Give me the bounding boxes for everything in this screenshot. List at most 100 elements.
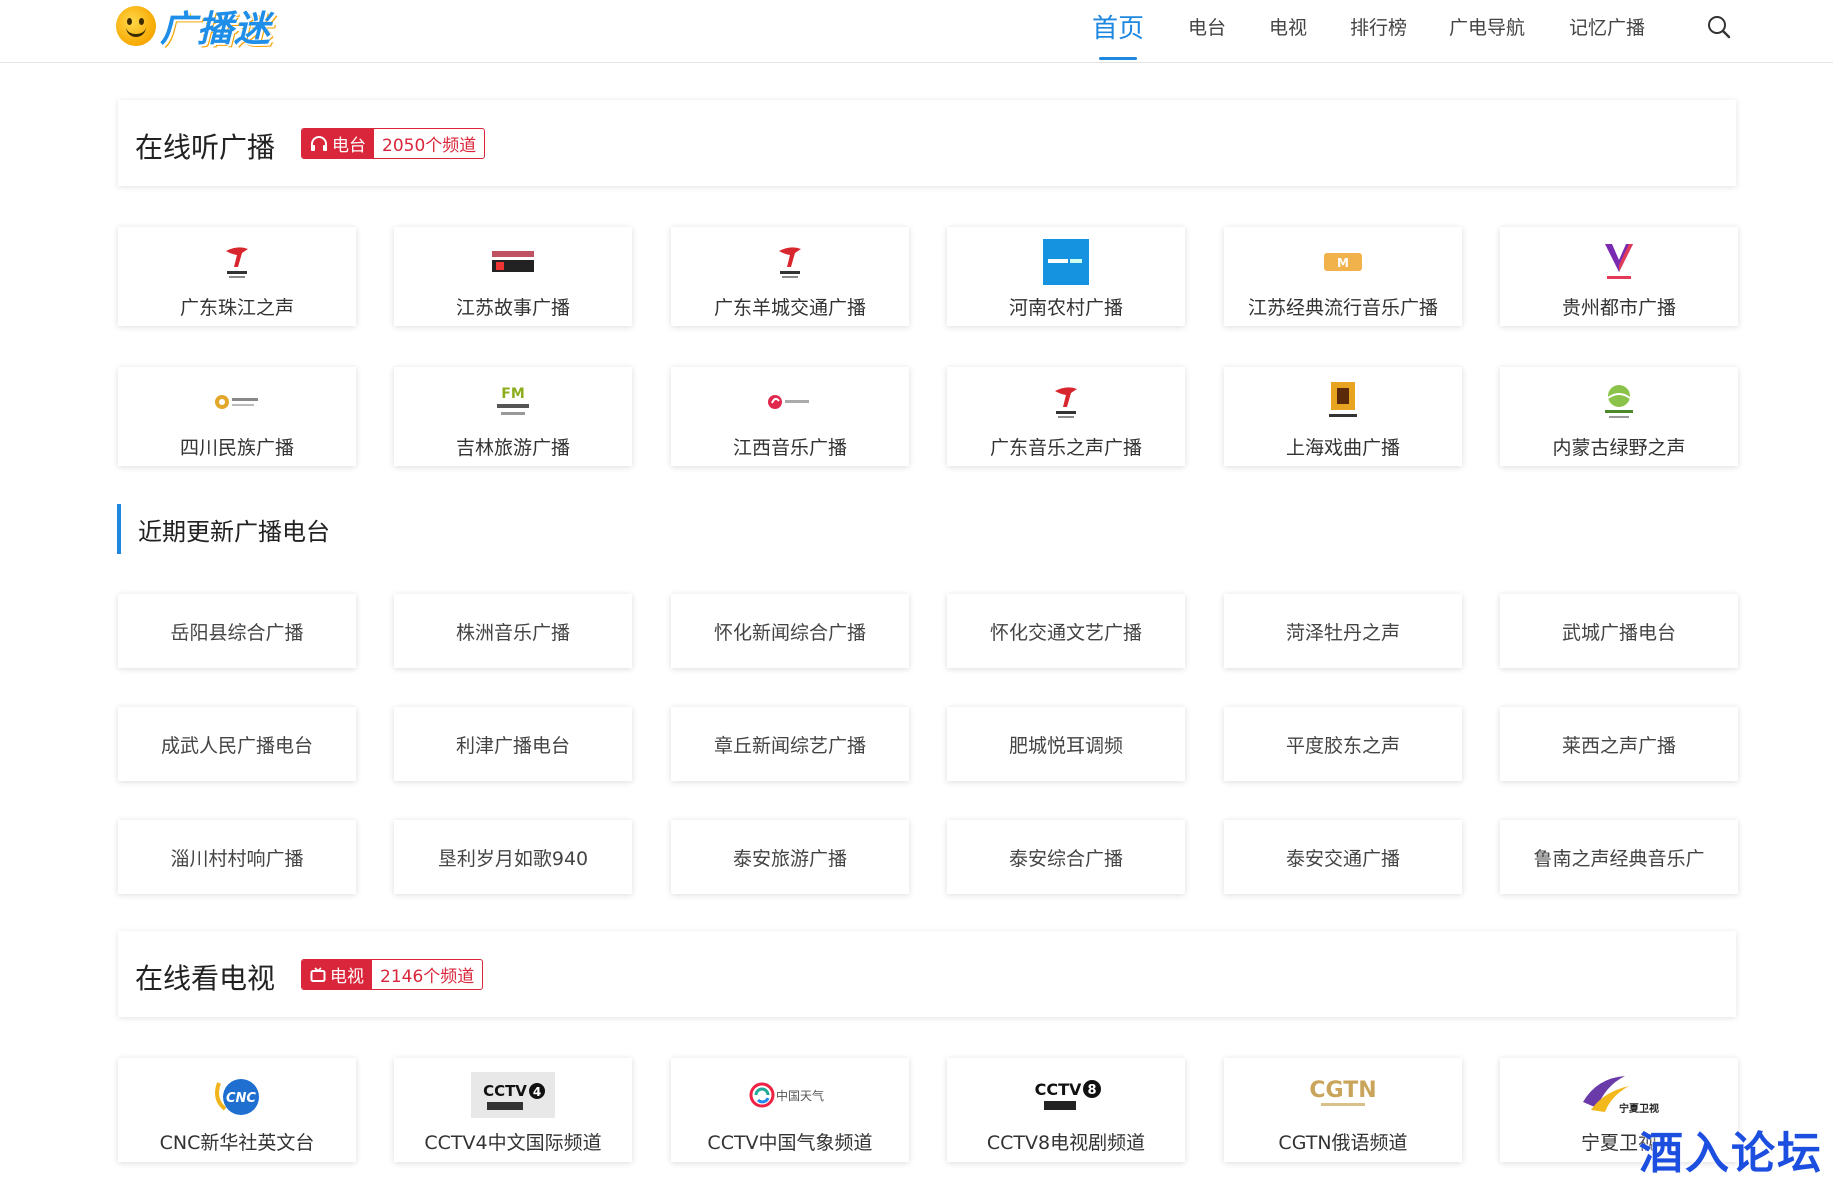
- search-icon[interactable]: [1706, 14, 1732, 40]
- station-name: 莱西之声广播: [1561, 735, 1676, 757]
- top-header: 广播迷 首页 电台 电视 排行榜 广电导航 记忆广播: [0, 0, 1833, 63]
- radio-channel-card[interactable]: FM 吉林旅游广播: [394, 367, 632, 466]
- station-name: 鲁南之声经典音乐广: [1533, 848, 1705, 870]
- recent-station-card[interactable]: 怀化交通文艺广播: [947, 594, 1185, 668]
- channel-name: 内蒙古绿野之声: [1552, 437, 1686, 459]
- recent-station-card[interactable]: 章丘新闻综艺广播: [671, 707, 909, 781]
- svg-text:FM: FM: [501, 386, 525, 402]
- tv-section-header: 在线看电视 电视 2146个频道: [118, 931, 1736, 1017]
- tv-channel-card[interactable]: CGTN CGTN俄语频道: [1224, 1058, 1462, 1162]
- nav-memory-broadcast[interactable]: 记忆广播: [1569, 13, 1645, 40]
- channel-name: 贵州都市广播: [1561, 297, 1676, 319]
- recent-station-card[interactable]: 菏泽牡丹之声: [1224, 594, 1462, 668]
- text-mark-icon: [489, 239, 537, 285]
- site-logo[interactable]: 广播迷: [116, 2, 271, 50]
- smiley-logo-icon: [116, 6, 156, 46]
- radio-channel-badge[interactable]: 电台 2050个频道: [301, 128, 486, 159]
- channel-name: 江苏经典流行音乐广播: [1247, 297, 1438, 319]
- radio-badge-count: 2050个频道: [382, 136, 477, 156]
- station-name: 菏泽牡丹之声: [1285, 622, 1400, 644]
- recent-station-card[interactable]: 怀化新闻综合广播: [671, 594, 909, 668]
- station-name: 武城广播电台: [1561, 622, 1676, 644]
- recent-station-card[interactable]: 莱西之声广播: [1500, 707, 1738, 781]
- recent-station-card[interactable]: 肥城悦耳调频: [947, 707, 1185, 781]
- tv-channel-card[interactable]: CNC CNC新华社英文台: [118, 1058, 356, 1162]
- tv-channel-card[interactable]: 中国天气 CCTV中国气象频道: [671, 1058, 909, 1162]
- recent-station-card[interactable]: 武城广播电台: [1500, 594, 1738, 668]
- small-red-icon: [766, 379, 814, 425]
- svg-text:中国天气: 中国天气: [776, 1088, 824, 1103]
- nav-home[interactable]: 首页: [1092, 8, 1144, 45]
- channel-name: 吉林旅游广播: [455, 437, 570, 459]
- recent-updates-title: 近期更新广播电台: [117, 504, 330, 554]
- channel-name: CCTV4中文国际频道: [424, 1132, 602, 1154]
- recent-station-card[interactable]: 鲁南之声经典音乐广: [1500, 820, 1738, 894]
- station-name: 平度胶东之声: [1285, 735, 1400, 757]
- recent-station-card[interactable]: 泰安旅游广播: [671, 820, 909, 894]
- station-name: 成武人民广播电台: [160, 735, 313, 757]
- fm-mark-icon: FM: [489, 379, 537, 425]
- nav-ranking[interactable]: 排行榜: [1350, 13, 1407, 40]
- station-name: 淄川村村响广播: [170, 848, 304, 870]
- tv-badge-count: 2146个频道: [380, 967, 475, 987]
- station-name: 怀化交通文艺广播: [989, 622, 1142, 644]
- svg-text:M: M: [1337, 256, 1349, 270]
- recent-station-card[interactable]: 岳阳县综合广播: [118, 594, 356, 668]
- recent-station-card[interactable]: 利津广播电台: [394, 707, 632, 781]
- channel-name: CCTV中国气象频道: [707, 1132, 873, 1154]
- radio-channel-card[interactable]: 广东音乐之声广播: [947, 367, 1185, 466]
- station-name: 岳阳县综合广播: [170, 622, 304, 644]
- nav-broadcast-guide[interactable]: 广电导航: [1449, 13, 1525, 40]
- watermark-text: 酒入论坛: [1639, 1128, 1823, 1179]
- channel-name: 广东音乐之声广播: [989, 437, 1142, 459]
- channel-name: CGTN俄语频道: [1278, 1132, 1408, 1154]
- red-swoosh-icon: [213, 239, 261, 285]
- tv-icon: [310, 966, 326, 982]
- nav-tv[interactable]: 电视: [1269, 13, 1307, 40]
- site-logo-text: 广播迷: [160, 9, 272, 50]
- radio-channel-card[interactable]: 上海戏曲广播: [1224, 367, 1462, 466]
- station-name: 泰安旅游广播: [732, 848, 847, 870]
- recent-station-card[interactable]: 成武人民广播电台: [118, 707, 356, 781]
- headphones-icon: [311, 135, 327, 151]
- radio-channel-card[interactable]: 江苏故事广播: [394, 227, 632, 326]
- station-name: 垦利岁月如歌940: [437, 848, 589, 870]
- tv-badge-label: 电视: [330, 967, 364, 987]
- red-swoosh-icon: [1042, 379, 1090, 425]
- channel-name: CCTV8电视剧频道: [986, 1132, 1146, 1154]
- cgtn-mark-icon: CGTN: [1298, 1070, 1388, 1120]
- svg-text:宁夏卫视: 宁夏卫视: [1619, 1102, 1659, 1115]
- channel-name: 广东珠江之声: [179, 297, 294, 319]
- recent-station-card[interactable]: 株洲音乐广播: [394, 594, 632, 668]
- station-name: 肥城悦耳调频: [1008, 735, 1123, 757]
- tv-channel-card[interactable]: CCTV 4 CCTV4中文国际频道: [394, 1058, 632, 1162]
- radio-channel-card[interactable]: 广东珠江之声: [118, 227, 356, 326]
- radio-channel-card[interactable]: 内蒙古绿野之声: [1500, 367, 1738, 466]
- radio-channel-card[interactable]: 河南农村广播: [947, 227, 1185, 326]
- radio-channel-card[interactable]: 广东羊城交通广播: [671, 227, 909, 326]
- radio-channel-card[interactable]: 江西音乐广播: [671, 367, 909, 466]
- recent-station-card[interactable]: 泰安综合广播: [947, 820, 1185, 894]
- station-name: 章丘新闻综艺广播: [713, 735, 866, 757]
- radio-badge-label: 电台: [332, 136, 366, 156]
- red-swoosh-icon: [766, 239, 814, 285]
- station-name: 怀化新闻综合广播: [713, 622, 866, 644]
- radio-channel-card[interactable]: 四川民族广播: [118, 367, 356, 466]
- weather-mark-icon: 中国天气: [745, 1070, 835, 1120]
- recent-station-card[interactable]: 淄川村村响广播: [118, 820, 356, 894]
- recent-station-card[interactable]: 平度胶东之声: [1224, 707, 1462, 781]
- recent-station-card[interactable]: 垦利岁月如歌940: [394, 820, 632, 894]
- radio-channel-card[interactable]: 贵州都市广播: [1500, 227, 1738, 326]
- recent-station-card[interactable]: 泰安交通广播: [1224, 820, 1462, 894]
- radio-section-header: 在线听广播 电台 2050个频道: [118, 100, 1736, 186]
- tv-section-title: 在线看电视: [135, 962, 276, 995]
- tv-channel-card[interactable]: CCTV 8 CCTV8电视剧频道: [947, 1058, 1185, 1162]
- small-emblem-icon: [213, 379, 261, 425]
- radio-channel-card[interactable]: M 江苏经典流行音乐广播: [1224, 227, 1462, 326]
- green-mark-icon: [1595, 379, 1643, 425]
- channel-name: CNC新华社英文台: [159, 1132, 315, 1154]
- tv-channel-badge[interactable]: 电视 2146个频道: [301, 959, 484, 990]
- svg-text:8: 8: [1087, 1083, 1096, 1098]
- channel-name: 四川民族广播: [179, 437, 294, 459]
- nav-radio[interactable]: 电台: [1188, 13, 1226, 40]
